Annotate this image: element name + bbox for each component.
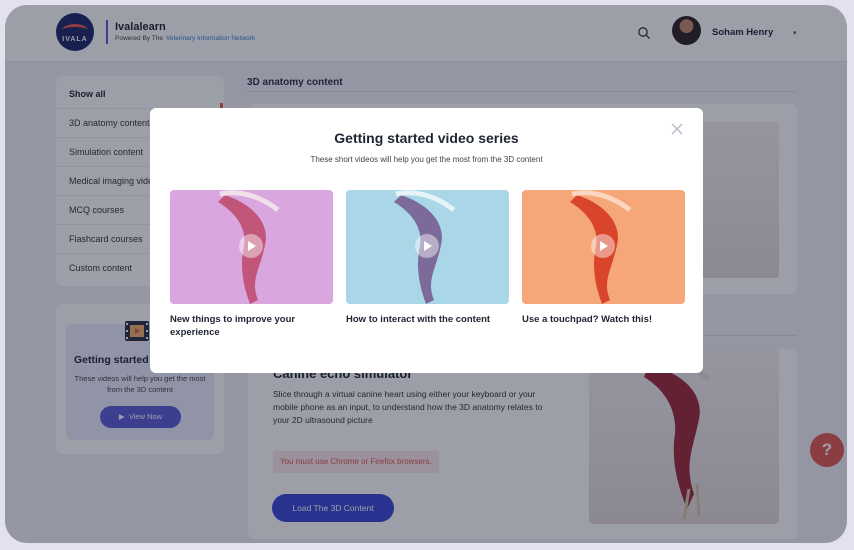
modal-subtitle: These short videos will help you get the… bbox=[310, 155, 543, 164]
video-thumbnail-touchpad[interactable] bbox=[522, 190, 685, 304]
play-icon[interactable] bbox=[415, 234, 439, 258]
video-label-how-to-interact[interactable]: How to interact with the content bbox=[346, 313, 509, 326]
video-thumbnail-how-to-interact[interactable] bbox=[346, 190, 509, 304]
modal-title: Getting started video series bbox=[334, 130, 519, 146]
app-window: IVALA Ivalalearn Powered By The Veterinar… bbox=[5, 5, 847, 543]
play-icon[interactable] bbox=[591, 234, 615, 258]
video-label-touchpad[interactable]: Use a touchpad? Watch this! bbox=[522, 313, 685, 326]
video-thumbnail-new-things[interactable] bbox=[170, 190, 333, 304]
getting-started-modal: Getting started video series These short… bbox=[150, 108, 703, 373]
play-icon[interactable] bbox=[239, 234, 263, 258]
video-label-new-things[interactable]: New things to improve your experience bbox=[170, 313, 333, 339]
